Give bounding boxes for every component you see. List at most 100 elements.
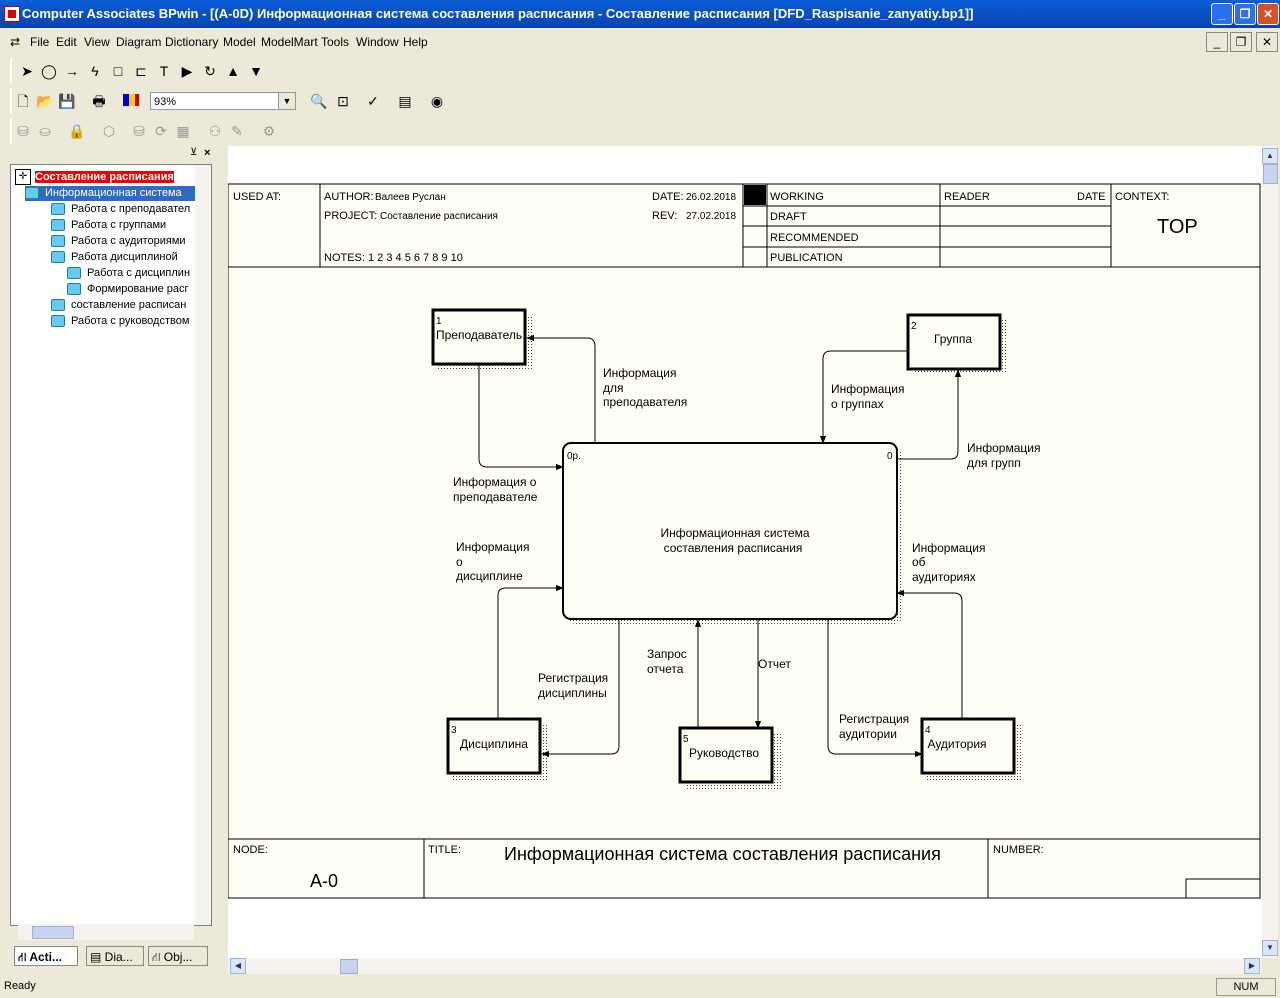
connect-icon[interactable]: ⛁ <box>14 122 32 140</box>
library-icon[interactable]: ⛁ <box>130 122 148 140</box>
entity-management[interactable]: 5 Руководство <box>678 726 781 791</box>
go-to-icon[interactable]: ▶ <box>178 62 196 80</box>
pointer-tool-icon[interactable]: ➤ <box>18 62 36 80</box>
process-box[interactable]: 0р. 0 Информационная система составления… <box>562 442 902 624</box>
scroll-left-icon[interactable]: ◀ <box>230 958 246 974</box>
disconnect-icon[interactable]: ⛀ <box>36 122 54 140</box>
activity-tree[interactable]: ✛ Составление расписания Информационная с… <box>10 164 212 926</box>
app-icon[interactable] <box>4 6 20 22</box>
label-inf-for-teacher-2: для <box>603 381 624 395</box>
color-icon[interactable] <box>122 92 140 110</box>
menu-view[interactable]: View <box>84 35 110 49</box>
canvas-horizontal-scrollbar[interactable]: ◀ ▶ <box>228 958 1262 974</box>
scroll-right-icon[interactable]: ▶ <box>1244 958 1260 974</box>
tab-diagrams[interactable]: ▤ Dia... <box>86 946 144 966</box>
tree-item-teachers[interactable]: Работа с преподавател <box>51 202 190 217</box>
panel-pin-icon[interactable]: ⊻ <box>190 148 200 158</box>
datastore-tool-icon[interactable]: ⊏ <box>132 62 150 80</box>
tree-item-management[interactable]: Работа с руководством <box>51 314 189 329</box>
entity-discipline[interactable]: 3 Дисциплина <box>446 717 547 780</box>
doc-icon[interactable]: ⇄ <box>10 35 20 49</box>
print-icon[interactable]: 🖶 <box>90 92 108 110</box>
table-icon[interactable]: ▦ <box>174 122 192 140</box>
maximize-button[interactable]: ❐ <box>1234 3 1256 25</box>
zoom-select[interactable]: 93% ▼ <box>150 92 296 110</box>
go-up-icon[interactable]: ▲ <box>224 62 242 80</box>
menu-file[interactable]: File <box>30 35 49 49</box>
canvas-vertical-scrollbar[interactable]: ▲ ▼ <box>1262 146 1278 958</box>
ellipse-tool-icon[interactable]: ◯ <box>40 62 58 80</box>
undo-icon[interactable]: ↻ <box>201 62 219 80</box>
menu-model[interactable]: Model <box>223 35 256 49</box>
mdi-minimize-button[interactable]: _ <box>1206 32 1228 52</box>
panel-close-icon[interactable]: × <box>204 148 214 159</box>
tab-label: Dia... <box>104 950 133 964</box>
tab-label: Acti... <box>29 950 62 964</box>
menu-edit[interactable]: Edit <box>56 35 77 49</box>
label-inf-for-teacher-3: преподавателя <box>603 395 687 409</box>
menu-help[interactable]: Help <box>403 35 428 49</box>
tree-vertical-scrollbar[interactable] <box>195 165 211 925</box>
used-at-label: USED AT: <box>233 191 281 203</box>
spell-check-icon[interactable]: ✓ <box>364 92 382 110</box>
arrow-tool-icon[interactable]: → <box>63 62 81 80</box>
edit-icon[interactable]: ✎ <box>228 122 246 140</box>
tab-objects[interactable]: ⛙ Obj... <box>148 946 208 966</box>
tree-item-rooms[interactable]: Работа с аудиториями <box>51 234 186 249</box>
minimize-button[interactable]: _ <box>1211 3 1233 25</box>
entity-rooms[interactable]: 4 Аудитория <box>920 717 1023 780</box>
model-explorer-icon[interactable]: ▤ <box>396 92 414 110</box>
lock-icon[interactable]: 🔒 <box>68 122 86 140</box>
menu-modelmart[interactable]: ModelMart <box>261 35 318 49</box>
tree-item-groups[interactable]: Работа с группами <box>51 218 166 233</box>
reader-label: READER <box>944 191 990 203</box>
cube-icon[interactable]: ⬡ <box>100 122 118 140</box>
settings-icon[interactable]: ⚙ <box>260 122 278 140</box>
entity-teacher[interactable]: 1 Преподаватель <box>431 308 532 369</box>
title-bar: Computer Associates BPwin - [(A-0D) Инфо… <box>0 0 1280 28</box>
tab-activities[interactable]: ⛙ Acti... <box>14 946 78 966</box>
globe-icon[interactable]: ◉ <box>428 92 446 110</box>
save-icon[interactable]: 💾 <box>58 92 76 110</box>
mdi-close-button[interactable]: ✕ <box>1256 32 1278 52</box>
tree-item-scheduling[interactable]: составление расписан <box>51 298 186 313</box>
go-down-icon[interactable]: ▼ <box>247 62 265 80</box>
diagram-canvas[interactable]: USED AT: AUTHOR: Валеев Руслан PROJECT: … <box>228 146 1262 958</box>
tree-horizontal-scrollbar[interactable] <box>18 924 194 940</box>
scroll-down-icon[interactable]: ▼ <box>1262 940 1278 956</box>
users-icon[interactable]: ⚇ <box>206 122 224 140</box>
zoom-fit-icon[interactable]: ⊡ <box>334 92 352 110</box>
tree-item-discipline[interactable]: Работа дисциплиной <box>51 250 178 265</box>
new-icon[interactable]: 🗋 <box>14 92 32 110</box>
menu-tools[interactable]: Tools <box>321 35 349 49</box>
scroll-up-icon[interactable]: ▲ <box>1262 148 1278 164</box>
refresh-icon[interactable]: ⟳ <box>152 122 170 140</box>
entity-group[interactable]: 2 Группа <box>906 313 1007 374</box>
squiggle-tool-icon[interactable]: ϟ <box>86 62 104 80</box>
menu-window[interactable]: Window <box>356 35 399 49</box>
horizontal-scroll-thumb[interactable] <box>340 959 358 974</box>
label-inf-about-teacher-1: Информация о <box>453 475 537 489</box>
label-inf-about-rooms-1: Информация <box>912 541 985 555</box>
label-reg-rooms-2: аудитории <box>839 727 897 741</box>
tree-item-info-system[interactable]: Информационная система <box>25 186 195 201</box>
zoom-in-icon[interactable]: 🔍 <box>310 92 328 110</box>
tree-item-forming[interactable]: Формирование расг <box>67 282 189 297</box>
diagrams-tab-icon: ▤ <box>90 950 105 964</box>
close-button[interactable]: ✕ <box>1257 3 1279 25</box>
open-icon[interactable]: 📂 <box>36 92 54 110</box>
entity-label: Преподаватель <box>436 328 522 342</box>
vertical-scroll-thumb[interactable] <box>1263 164 1278 184</box>
menu-dictionary[interactable]: Dictionary <box>165 35 218 49</box>
box-tool-icon[interactable]: □ <box>109 62 127 80</box>
status-draft: DRAFT <box>770 211 807 223</box>
menu-diagram[interactable]: Diagram <box>116 35 161 49</box>
chevron-down-icon[interactable]: ▼ <box>278 93 295 109</box>
mdi-restore-button[interactable]: ❐ <box>1230 32 1252 52</box>
panel-tabs: ⛙ Acti... ▤ Dia... ⛙ Obj... <box>14 946 214 968</box>
label-reg-rooms-1: Регистрация <box>839 712 909 726</box>
tree-item-discipline-work[interactable]: Работа с дисциплин <box>67 266 190 281</box>
label-inf-about-discipline-3: дисциплине <box>456 569 523 583</box>
tree-root[interactable]: ✛ Составление расписания <box>15 169 174 185</box>
text-tool-icon[interactable]: T <box>155 62 173 80</box>
